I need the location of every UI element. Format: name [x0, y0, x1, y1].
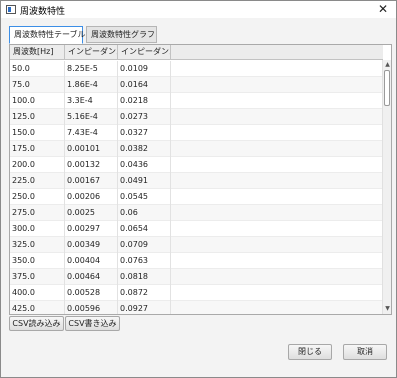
table-cell: 0.0327: [118, 125, 171, 141]
table-row[interactable]: 425.0 0.00596 0.0927: [10, 301, 383, 314]
table-row[interactable]: 175.0 0.00101 0.0382: [10, 141, 383, 157]
scrollbar-thumb[interactable]: [384, 70, 390, 106]
csv-write-button[interactable]: CSV書き込み: [65, 316, 120, 331]
table-cell: 0.00206: [65, 189, 118, 205]
table-row[interactable]: 300.0 0.00297 0.0654: [10, 221, 383, 237]
table-row[interactable]: 375.0 0.00464 0.0818: [10, 269, 383, 285]
tab-frequency-graph[interactable]: 周波数特性グラフ: [86, 26, 157, 43]
table-cell: 325.0: [10, 237, 65, 253]
table-row[interactable]: 150.0 7.43E-4 0.0327: [10, 125, 383, 141]
frequency-table: 周波数[Hz] インピーダンス… インピーダンス… 50.08.25E-50.0…: [9, 44, 392, 315]
table-cell: 3.3E-4: [65, 93, 118, 109]
table-cell: 0.0382: [118, 141, 171, 157]
table-cell: 0.00528: [65, 285, 118, 301]
close-icon[interactable]: ✕: [372, 1, 394, 17]
table-cell: 0.0763: [118, 253, 171, 269]
table-cell: 0.0491: [118, 173, 171, 189]
table-cell: 0.00167: [65, 173, 118, 189]
table-cell: 0.00349: [65, 237, 118, 253]
table-cell: 0.0709: [118, 237, 171, 253]
scroll-up-icon[interactable]: ▲: [383, 61, 391, 69]
table-cell: 0.0025: [65, 205, 118, 221]
table-row[interactable]: 225.0 0.00167 0.0491: [10, 173, 383, 189]
table-cell: 0.0436: [118, 157, 171, 173]
table-cell: 0.0654: [118, 221, 171, 237]
table-cell: 225.0: [10, 173, 65, 189]
table-cell: 175.0: [10, 141, 65, 157]
table-row[interactable]: 100.0 3.3E-4 0.0218: [10, 93, 383, 109]
cancel-button[interactable]: 取消: [343, 344, 387, 360]
table-row[interactable]: 250.0 0.00206 0.0545: [10, 189, 383, 205]
table-row[interactable]: 50.0 8.25E-5 0.0109: [10, 61, 383, 77]
table-cell: 0.00132: [65, 157, 118, 173]
column-header-impedance-1[interactable]: インピーダンス…: [65, 45, 118, 60]
table-cell: 425.0: [10, 301, 65, 314]
table-cell: 0.0818: [118, 269, 171, 285]
table-row[interactable]: 200.0 0.00132 0.0436: [10, 157, 383, 173]
table-cell: 0.00297: [65, 221, 118, 237]
title-bar: 周波数特性 ✕: [1, 1, 396, 18]
column-header-frequency[interactable]: 周波数[Hz]: [10, 45, 65, 60]
vertical-scrollbar[interactable]: ▲ ▼: [382, 60, 391, 314]
table-cell: 0.0109: [118, 61, 171, 77]
table-cell: 0.06: [118, 205, 171, 221]
table-header: 周波数[Hz] インピーダンス… インピーダンス…: [10, 45, 383, 60]
table-cell: 100.0: [10, 93, 65, 109]
table-row[interactable]: 75.0 1.86E-4 0.0164: [10, 77, 383, 93]
table-row[interactable]: 350.0 0.00404 0.0763: [10, 253, 383, 269]
table-row[interactable]: 400.0 0.00528 0.0872: [10, 285, 383, 301]
table-cell: 50.0: [10, 61, 65, 77]
table-cell: 0.0273: [118, 109, 171, 125]
table-cell: 250.0: [10, 189, 65, 205]
scroll-down-icon[interactable]: ▼: [383, 305, 391, 313]
table-cell: 0.0545: [118, 189, 171, 205]
table-cell: 75.0: [10, 77, 65, 93]
table-cell: 300.0: [10, 221, 65, 237]
table-cell: 0.00404: [65, 253, 118, 269]
table-cell: 0.0164: [118, 77, 171, 93]
table-cell: 275.0: [10, 205, 65, 221]
close-button[interactable]: 閉じる: [288, 344, 332, 360]
table-cell: 350.0: [10, 253, 65, 269]
table-cell: 1.86E-4: [65, 77, 118, 93]
column-header-impedance-2[interactable]: インピーダンス…: [118, 45, 171, 60]
table-cell: 0.00464: [65, 269, 118, 285]
table-cell: 0.00101: [65, 141, 118, 157]
table-cell: 400.0: [10, 285, 65, 301]
window-title: 周波数特性: [20, 7, 66, 17]
table-row[interactable]: 125.0 5.16E-4 0.0273: [10, 109, 383, 125]
table-cell: 0.0872: [118, 285, 171, 301]
frequency-characteristics-window: 周波数特性 ✕ 周波数特性テーブル 周波数特性グラフ 周波数[Hz] インピーダ…: [0, 0, 397, 378]
tab-frequency-table[interactable]: 周波数特性テーブル: [9, 26, 86, 44]
table-row[interactable]: 275.0 0.0025 0.06: [10, 205, 383, 221]
table-cell: 150.0: [10, 125, 65, 141]
table-cell: 0.0218: [118, 93, 171, 109]
table-cell: 0.00596: [65, 301, 118, 314]
app-icon: [6, 5, 16, 14]
table-cell: 0.0927: [118, 301, 171, 314]
table-cell: 8.25E-5: [65, 61, 118, 77]
table-cell: 200.0: [10, 157, 65, 173]
table-cell: 7.43E-4: [65, 125, 118, 141]
csv-load-button[interactable]: CSV読み込み: [9, 316, 64, 331]
table-cell: 125.0: [10, 109, 65, 125]
table-cell: 5.16E-4: [65, 109, 118, 125]
table-row[interactable]: 325.0 0.00349 0.0709: [10, 237, 383, 253]
table-cell: 375.0: [10, 269, 65, 285]
